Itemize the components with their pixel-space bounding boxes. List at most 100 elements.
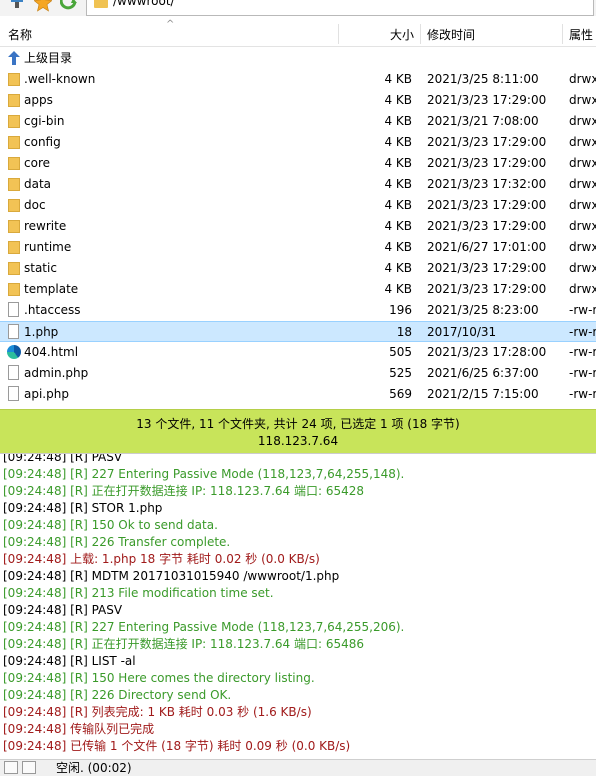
file-size: 4 KB bbox=[384, 177, 412, 191]
refresh-icon[interactable] bbox=[60, 0, 78, 12]
sort-ascending-icon: ^ bbox=[166, 19, 175, 30]
folder-icon bbox=[8, 262, 20, 275]
toolbar: /wwwroot/ bbox=[0, 0, 596, 16]
file-modified: 2021/3/23 17:29:00 bbox=[427, 135, 547, 149]
log-line: [09:24:48] [R] 226 Transfer complete. bbox=[3, 535, 231, 549]
file-icon bbox=[8, 386, 19, 401]
file-attributes: drwx bbox=[569, 282, 596, 296]
file-row[interactable]: apps 4 KB 2021/3/23 17:29:00 drwx bbox=[0, 90, 596, 111]
file-attributes: drwx bbox=[569, 93, 596, 107]
file-row[interactable]: api.php 569 2021/2/15 7:15:00 -rw-r bbox=[0, 384, 596, 405]
column-attributes[interactable]: 属性 bbox=[569, 22, 593, 46]
browser-file-icon bbox=[7, 345, 21, 359]
column-divider[interactable] bbox=[562, 24, 563, 44]
file-row[interactable]: runtime 4 KB 2021/6/27 17:01:00 drwx bbox=[0, 237, 596, 258]
log-line: [09:24:48] [R] 150 Ok to send data. bbox=[3, 518, 218, 532]
log-toggle-icon[interactable] bbox=[22, 761, 36, 774]
file-size: 4 KB bbox=[384, 282, 412, 296]
file-modified: 2021/3/21 7:08:00 bbox=[427, 114, 539, 128]
file-row[interactable]: 1.php 18 2017/10/31 -rw-r bbox=[0, 321, 596, 342]
file-attributes: drwx bbox=[569, 135, 596, 149]
server-ip: 118.123.7.64 bbox=[257, 434, 339, 448]
path-input[interactable]: /wwwroot/ bbox=[86, 0, 594, 16]
file-row[interactable]: rewrite 4 KB 2021/3/23 17:29:00 drwx bbox=[0, 216, 596, 237]
folder-icon bbox=[8, 94, 20, 107]
log-line: [09:24:48] [R] LIST -al bbox=[3, 654, 136, 668]
parent-directory-row[interactable]: 上级目录 bbox=[0, 48, 596, 69]
file-row[interactable]: data 4 KB 2021/3/23 17:32:00 drwx bbox=[0, 174, 596, 195]
file-icon bbox=[8, 302, 19, 317]
file-size: 4 KB bbox=[384, 72, 412, 86]
selection-summary: 13 个文件, 11 个文件夹, 共计 24 项, 已选定 1 项 (18 字节… bbox=[136, 417, 460, 431]
file-name: .well-known bbox=[24, 72, 96, 86]
file-row[interactable]: template 4 KB 2021/3/23 17:29:00 drwx bbox=[0, 279, 596, 300]
connection-status: 空闲. (00:02) bbox=[56, 761, 132, 775]
folder-icon bbox=[8, 199, 20, 212]
column-divider[interactable] bbox=[338, 24, 339, 44]
file-row[interactable]: static 4 KB 2021/3/23 17:29:00 drwx bbox=[0, 258, 596, 279]
file-attributes: drwx bbox=[569, 72, 596, 86]
file-name: static bbox=[24, 261, 57, 275]
column-divider[interactable] bbox=[420, 24, 421, 44]
file-modified: 2021/3/23 17:29:00 bbox=[427, 93, 547, 107]
file-icon bbox=[8, 324, 19, 339]
file-attributes: drwx bbox=[569, 240, 596, 254]
file-row[interactable]: .well-known 4 KB 2021/3/25 8:11:00 drwx bbox=[0, 69, 596, 90]
file-list[interactable]: 上级目录 .well-known 4 KB 2021/3/25 8:11:00 drw… bbox=[0, 47, 596, 407]
file-name: data bbox=[24, 177, 52, 191]
file-modified: 2021/2/15 7:15:00 bbox=[427, 387, 539, 401]
folder-icon bbox=[8, 241, 20, 254]
file-size: 4 KB bbox=[384, 198, 412, 212]
file-name: apps bbox=[24, 93, 53, 107]
file-row[interactable]: core 4 KB 2021/3/23 17:29:00 drwx bbox=[0, 153, 596, 174]
folder-icon bbox=[8, 283, 20, 296]
folder-icon bbox=[8, 178, 20, 191]
file-size: 4 KB bbox=[384, 156, 412, 170]
file-size: 196 bbox=[389, 303, 412, 317]
file-attributes: -rw-r bbox=[569, 366, 596, 380]
file-row[interactable]: cgi-bin 4 KB 2021/3/21 7:08:00 drwx bbox=[0, 111, 596, 132]
log-line: [09:24:48] 传输队列已完成 bbox=[3, 722, 155, 736]
star-icon[interactable] bbox=[34, 0, 52, 12]
column-name[interactable]: 名称 bbox=[8, 22, 32, 46]
folder-icon bbox=[8, 73, 20, 86]
file-row[interactable]: .htaccess 196 2021/3/25 8:23:00 -rw-r bbox=[0, 300, 596, 321]
file-name: config bbox=[24, 135, 61, 149]
file-name: 1.php bbox=[24, 325, 59, 339]
file-attributes: -rw-r bbox=[569, 303, 596, 317]
file-name: runtime bbox=[24, 240, 72, 254]
column-size[interactable]: 大小 bbox=[390, 22, 414, 46]
file-modified: 2021/3/23 17:29:00 bbox=[427, 198, 547, 212]
queue-icon[interactable] bbox=[4, 761, 18, 774]
file-modified: 2021/3/23 17:29:00 bbox=[427, 282, 547, 296]
file-row[interactable]: admin.php 525 2021/6/25 6:37:00 -rw-r bbox=[0, 363, 596, 384]
file-attributes: -rw-r bbox=[569, 387, 596, 401]
transfer-log[interactable]: [09:24:48] [R] PASV [09:24:48] [R] 227 En… bbox=[0, 453, 596, 760]
path-text: /wwwroot/ bbox=[113, 0, 175, 8]
file-row[interactable]: config 4 KB 2021/3/23 17:29:00 drwx bbox=[0, 132, 596, 153]
file-attributes: -rw-r bbox=[569, 325, 596, 339]
column-modified[interactable]: 修改时间 bbox=[427, 22, 475, 46]
file-modified: 2021/3/23 17:28:00 bbox=[427, 345, 547, 359]
file-attributes: drwx bbox=[569, 177, 596, 191]
file-row[interactable]: doc 4 KB 2021/3/23 17:29:00 drwx bbox=[0, 195, 596, 216]
file-size: 4 KB bbox=[384, 93, 412, 107]
file-size: 505 bbox=[389, 345, 412, 359]
log-line: [09:24:48] [R] MDTM 20171031015940 /wwwr… bbox=[3, 569, 340, 583]
log-line: [09:24:48] [R] PASV bbox=[3, 603, 123, 617]
file-attributes: drwx bbox=[569, 156, 596, 170]
file-name: admin.php bbox=[24, 366, 89, 380]
file-modified: 2021/3/23 17:29:00 bbox=[427, 156, 547, 170]
file-attributes: drwx bbox=[569, 219, 596, 233]
file-name: .htaccess bbox=[24, 303, 81, 317]
file-modified: 2021/3/23 17:32:00 bbox=[427, 177, 547, 191]
log-line: [09:24:48] [R] 正在打开数据连接 IP: 118.123.7.64… bbox=[3, 484, 365, 498]
network-icon[interactable] bbox=[8, 0, 26, 12]
file-row[interactable]: 404.html 505 2021/3/23 17:28:00 -rw-r bbox=[0, 342, 596, 363]
log-line: [09:24:48] [R] 227 Entering Passive Mode… bbox=[3, 620, 405, 634]
file-size: 4 KB bbox=[384, 135, 412, 149]
log-line: [09:24:48] [R] 227 Entering Passive Mode… bbox=[3, 467, 405, 481]
file-modified: 2021/3/23 17:29:00 bbox=[427, 261, 547, 275]
file-size: 525 bbox=[389, 366, 412, 380]
folder-icon bbox=[8, 157, 20, 170]
